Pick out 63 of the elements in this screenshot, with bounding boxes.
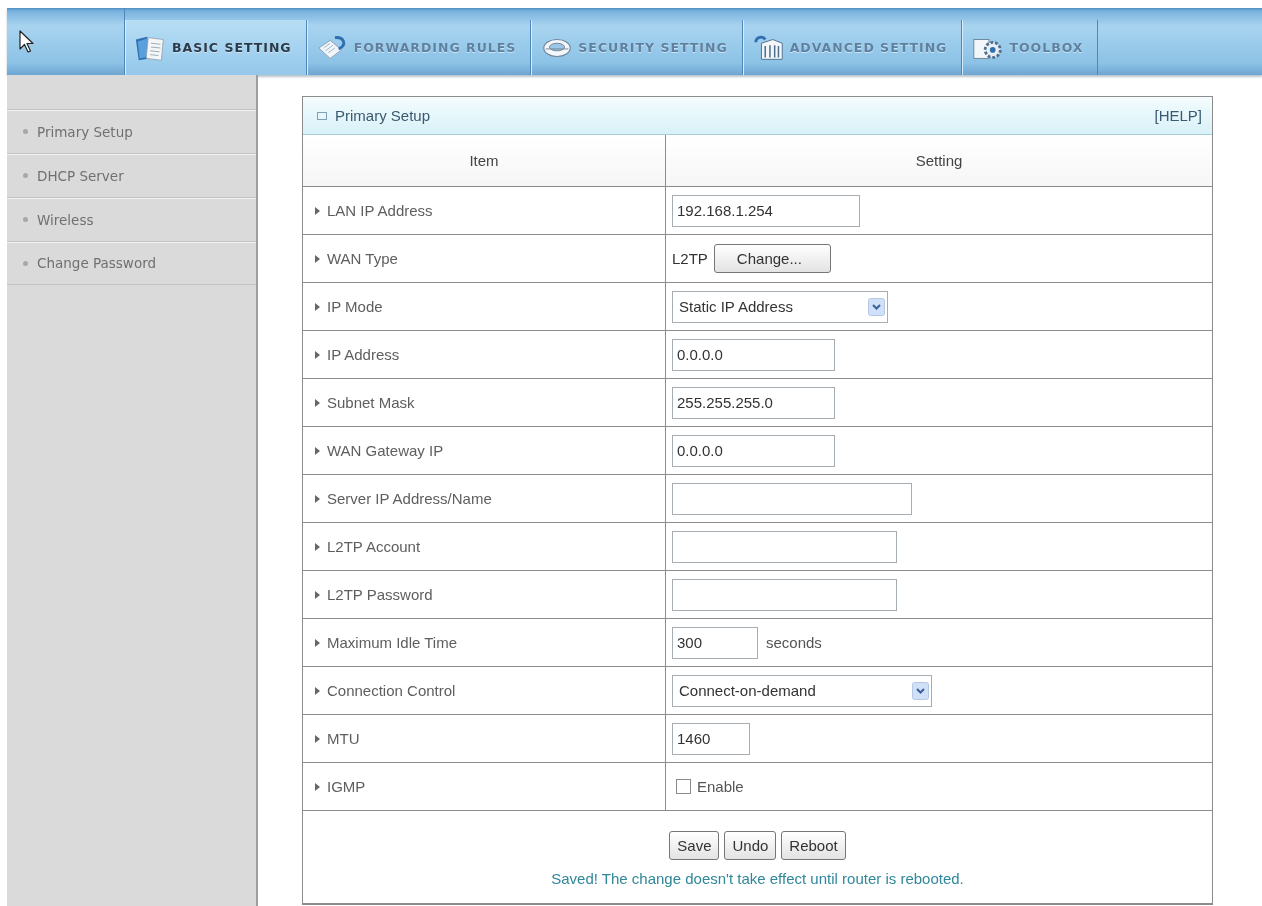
row-label: IP Mode — [327, 298, 383, 315]
triangle-icon — [315, 590, 320, 599]
input-field[interactable]: 300 — [672, 626, 758, 659]
nav-tab[interactable]: BASIC SETTING — [125, 20, 307, 75]
row-label: IP Address — [327, 346, 400, 363]
wan-type-value: L2TP — [672, 250, 708, 267]
row-label: Connection Control — [327, 682, 456, 699]
action-button[interactable]: Reboot — [781, 831, 846, 860]
row-label: WAN Type — [327, 250, 398, 267]
select-field[interactable]: Connect-on-demand — [672, 674, 932, 707]
input-field[interactable]: 1460 — [672, 722, 750, 755]
triangle-icon — [315, 494, 320, 503]
triangle-icon — [315, 782, 320, 791]
bullet-icon — [23, 217, 28, 222]
row-label: IGMP — [327, 778, 366, 795]
action-button[interactable]: Undo — [724, 831, 777, 860]
input-field[interactable]: 0.0.0.0 — [672, 338, 835, 371]
change-button[interactable]: Change... — [713, 244, 831, 273]
triangle-icon — [315, 734, 320, 743]
chevron-icon — [912, 681, 929, 700]
row-label: LAN IP Address — [327, 202, 433, 219]
bullet-icon — [23, 173, 28, 178]
sidebar-item[interactable]: DHCP Server — [7, 153, 256, 197]
bullet-icon — [23, 260, 28, 266]
triangle-icon — [315, 254, 320, 263]
action-button[interactable]: Save — [669, 831, 720, 860]
row-label: Subnet Mask — [327, 394, 415, 411]
row-label: MTU — [327, 730, 360, 747]
sidebar-item[interactable]: Primary Setup — [7, 109, 256, 153]
status-message: Saved! The change doesn't take effect until router is rebooted. — [550, 870, 965, 887]
help-link[interactable]: [HELP] — [1154, 107, 1202, 124]
input-field[interactable] — [672, 530, 897, 563]
bullet-icon — [23, 129, 28, 134]
input-field[interactable]: 255.255.255.0 — [672, 386, 835, 419]
row-label: L2TP Account — [327, 538, 421, 555]
sidebar-item[interactable]: Wireless — [7, 197, 256, 241]
chevron-icon — [868, 297, 885, 316]
unit-label: seconds — [766, 634, 822, 651]
triangle-icon — [315, 302, 320, 311]
triangle-icon — [315, 350, 320, 359]
input-field[interactable] — [672, 482, 912, 515]
row-label: Maximum Idle Time — [327, 634, 458, 651]
cursor-icon — [19, 29, 35, 54]
square-icon — [317, 111, 327, 120]
row-label: Server IP Address/Name — [327, 490, 492, 507]
sidebar-item[interactable]: Change Password — [7, 241, 256, 285]
input-field[interactable]: 0.0.0.0 — [672, 434, 835, 467]
triangle-icon — [315, 542, 320, 551]
input-field[interactable]: 192.168.1.254 — [672, 194, 860, 227]
triangle-icon — [315, 206, 320, 215]
column-header: Setting — [915, 151, 963, 169]
checkbox-label: Enable — [697, 778, 744, 795]
column-header: Item — [469, 151, 499, 169]
input-field[interactable] — [672, 578, 897, 611]
select-field[interactable]: Static IP Address — [672, 290, 888, 323]
triangle-icon — [315, 686, 320, 695]
checkbox[interactable] — [676, 779, 691, 794]
panel-title: Primary Setup — [335, 107, 431, 124]
row-label: L2TP Password — [327, 586, 433, 603]
row-label: WAN Gateway IP — [327, 442, 444, 459]
triangle-icon — [315, 398, 320, 407]
triangle-icon — [315, 446, 320, 455]
triangle-icon — [315, 638, 320, 647]
